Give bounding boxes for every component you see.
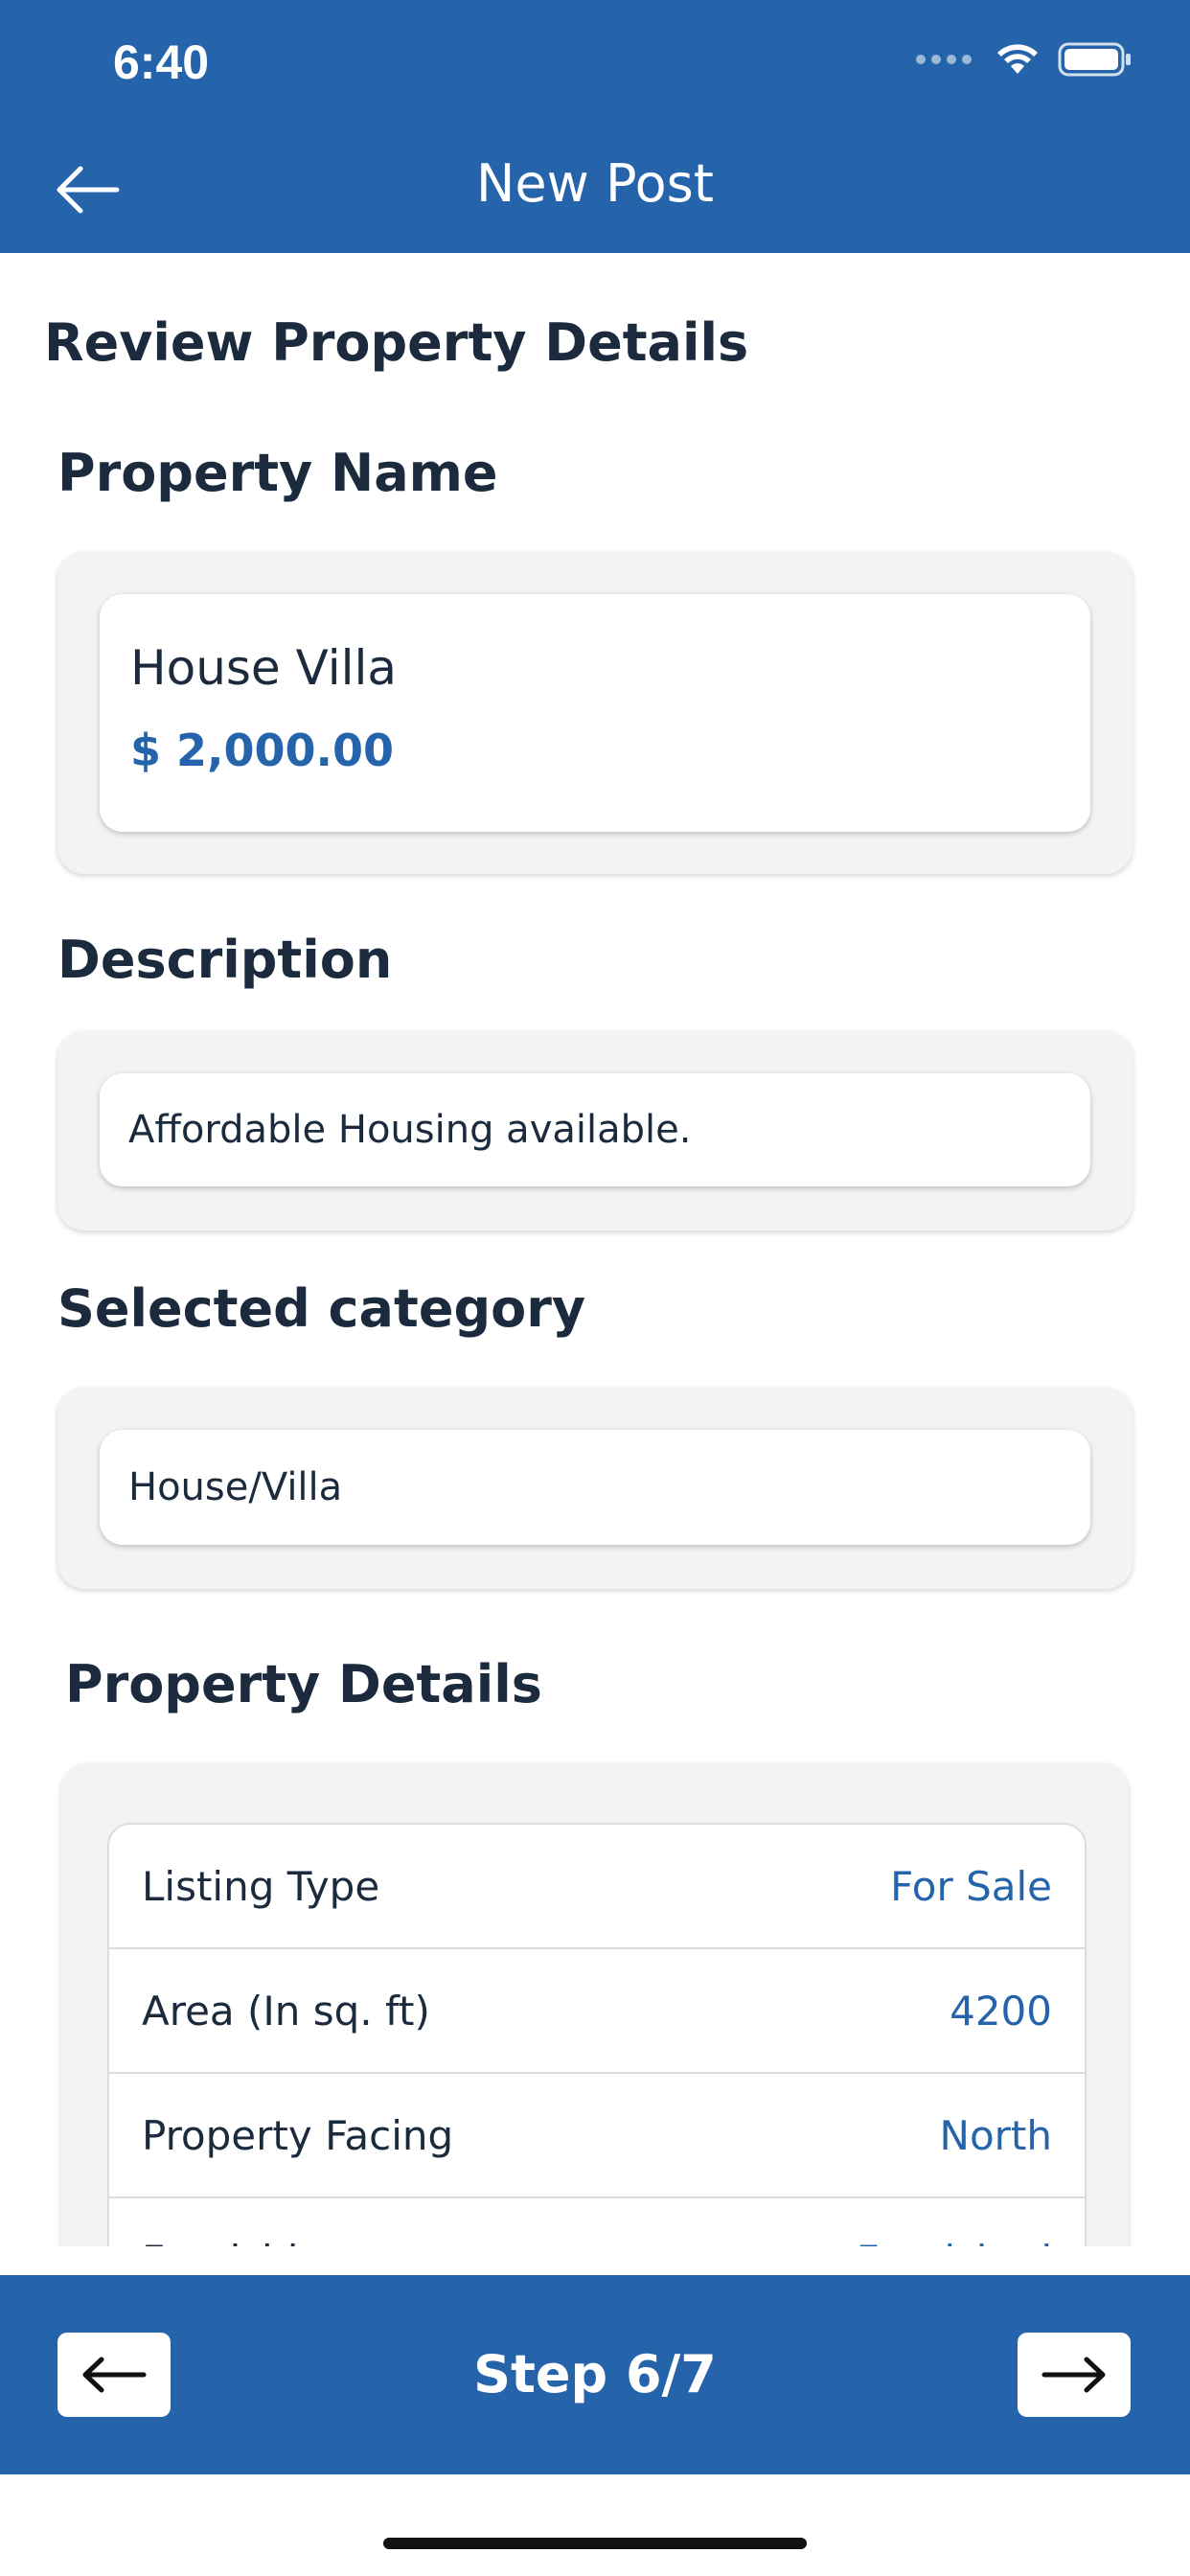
status-icons bbox=[916, 42, 1133, 77]
property-price: $ 2,000.00 bbox=[130, 724, 395, 776]
detail-key: Furnishing bbox=[142, 2237, 350, 2247]
table-row: Area (In sq. ft) 4200 bbox=[109, 1949, 1085, 2074]
description-card: Affordable Housing available. bbox=[57, 1031, 1133, 1230]
property-name-inner: House Villa $ 2,000.00 bbox=[100, 594, 1090, 832]
property-details-card: Listing Type For Sale Area (In sq. ft) 4… bbox=[61, 1763, 1129, 2246]
detail-key: Property Facing bbox=[142, 2111, 454, 2159]
description-text: Affordable Housing available. bbox=[128, 1108, 692, 1152]
property-details-label: Property Details bbox=[65, 1654, 542, 1714]
description-inner: Affordable Housing available. bbox=[100, 1073, 1090, 1186]
detail-key: Listing Type bbox=[142, 1862, 380, 1910]
category-inner: House/Villa bbox=[100, 1430, 1090, 1545]
table-row: Property Facing North bbox=[109, 2074, 1085, 2198]
property-name-label: Property Name bbox=[57, 443, 498, 503]
step-indicator: Step 6/7 bbox=[473, 2344, 717, 2404]
arrow-right-icon bbox=[1041, 2357, 1106, 2393]
wifi-icon bbox=[997, 44, 1038, 74]
category-label: Selected category bbox=[57, 1278, 586, 1339]
description-label: Description bbox=[57, 930, 393, 990]
detail-value: Furnished bbox=[857, 2237, 1052, 2247]
category-card: House/Villa bbox=[57, 1388, 1133, 1589]
battery-icon bbox=[1058, 42, 1131, 77]
property-details-table: Listing Type For Sale Area (In sq. ft) 4… bbox=[107, 1823, 1087, 2246]
table-row: Listing Type For Sale bbox=[109, 1825, 1085, 1949]
property-name-value: House Villa bbox=[130, 640, 398, 696]
app-header: 6:40 New Post bbox=[0, 0, 1190, 253]
section-heading: Review Property Details bbox=[44, 312, 749, 373]
page-title: New Post bbox=[476, 153, 714, 214]
home-indicator[interactable] bbox=[383, 2538, 807, 2549]
table-row: Furnishing Furnished bbox=[109, 2198, 1085, 2247]
step-navigation-bar: Step 6/7 bbox=[0, 2275, 1190, 2474]
signal-icon bbox=[916, 55, 972, 64]
detail-value: For Sale bbox=[890, 1862, 1052, 1910]
detail-value: North bbox=[939, 2111, 1052, 2159]
status-time: 6:40 bbox=[113, 35, 210, 89]
category-value: House/Villa bbox=[128, 1465, 343, 1509]
detail-value: 4200 bbox=[950, 1987, 1052, 2035]
property-name-card: House Villa $ 2,000.00 bbox=[57, 552, 1133, 874]
content-area: Review Property Details Property Name Ho… bbox=[0, 253, 1190, 2246]
detail-key: Area (In sq. ft) bbox=[142, 1987, 430, 2035]
next-step-button[interactable] bbox=[1018, 2333, 1131, 2417]
